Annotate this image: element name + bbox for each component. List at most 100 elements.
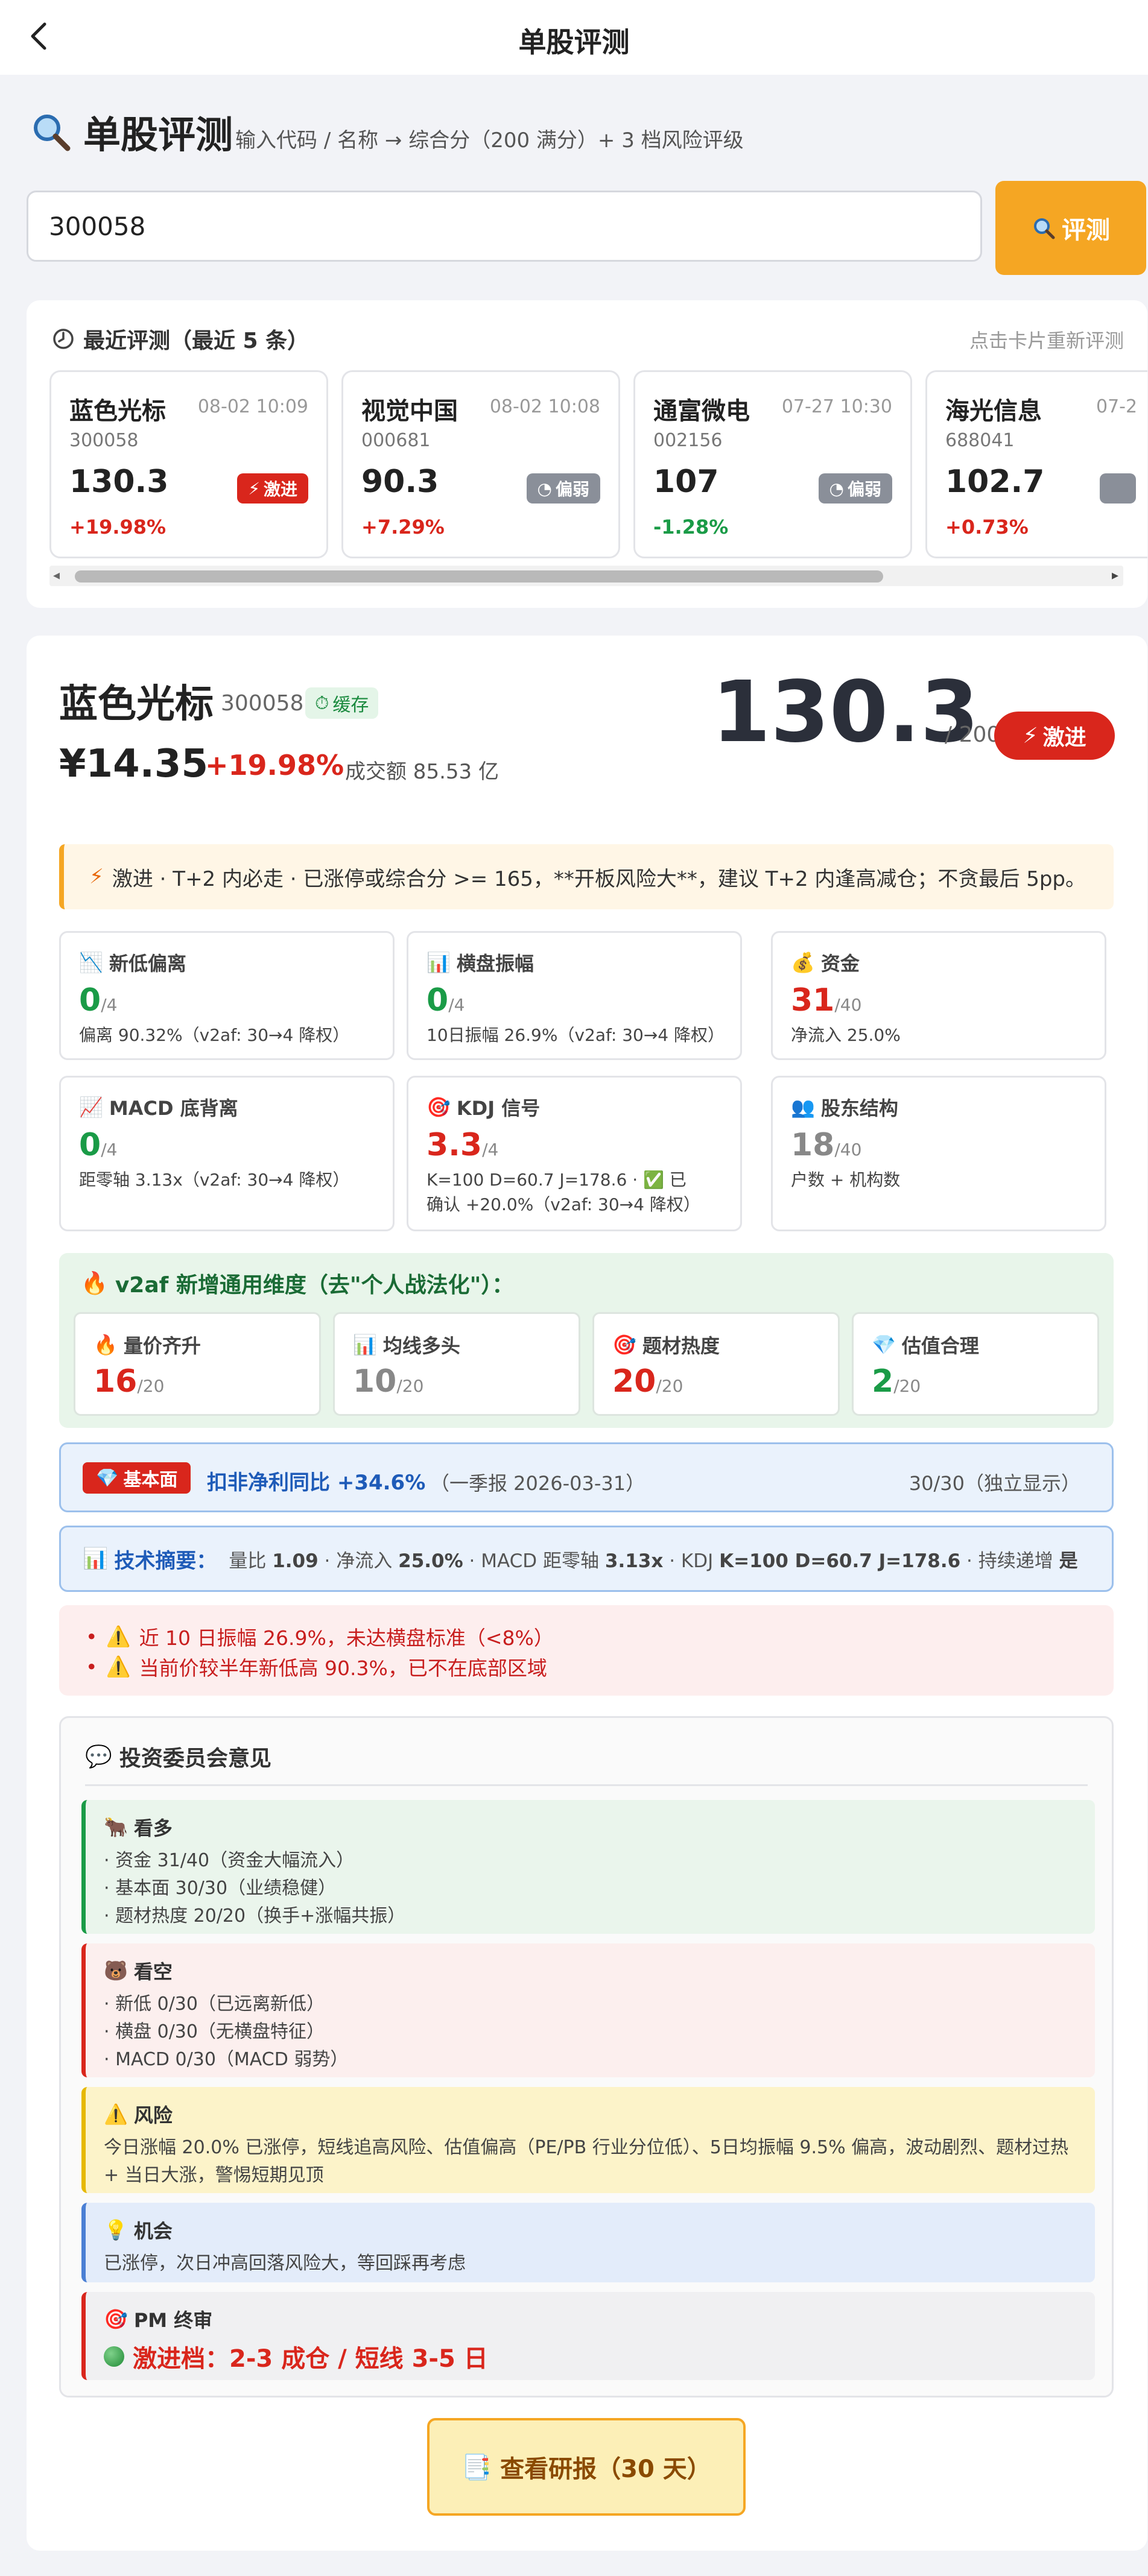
price-change: +19.98% [205,749,344,781]
bar-chart-icon: 📊 [427,951,451,974]
metric-title-text: KDJ 信号 [456,1097,541,1120]
recent-stock-code: 688041 [945,430,1015,451]
horizontal-scrollbar[interactable]: ◂ ▸ [49,566,1123,586]
metric-max: /40 [834,995,862,1015]
v2af-score: 16 [94,1363,138,1400]
v2af-card-title-text: 均线多头 [382,1334,460,1357]
recent-score: 107 [653,464,719,500]
metric-title-text: 股东结构 [820,1097,898,1120]
risk-text: 今日涨幅 20.0% 已涨停，短线追高风险、估值偏高（PE/PB 行业分位低）、… [104,2137,1069,2186]
v2af-title-text: v2af 新增通用维度（去"个人战法化"）： [115,1273,514,1298]
committee-panel: 💬 投资委员会意见 🐂 看多 · 资金 31/40（资金大幅流入） · 基本面 3… [59,1716,1114,2398]
lightbulb-icon: 💡 [104,2218,128,2241]
tech-value: 25.0% [398,1550,463,1572]
scrollbar-thumb[interactable] [75,570,883,582]
recent-time: 08-02 10:09 [197,396,308,417]
v2af-max: /20 [137,1376,165,1396]
bullet: • [86,1655,98,1679]
top-nav-bar: 单股评测 [0,0,1148,75]
bear-line: · 新低 0/30（已远离新低） [104,1994,325,2015]
speech-bubble-icon: 💬 [85,1744,112,1769]
metric-card: 💰 资金 31/40 净流入 25.0% [771,931,1106,1060]
bull-title: 🐂 看多 [104,1813,1095,1841]
tech-summary: 📊 技术摘要： 量比 1.09 · 净流入 25.0% · MACD 距零轴 3… [59,1526,1114,1592]
metric-max: /4 [448,995,465,1015]
bear-line-text: 新低 0/30（已远离新低） [115,1994,325,2015]
bull-line: · 资金 31/40（资金大幅流入） [104,1850,355,1871]
metric-score: 18 [791,1127,835,1163]
warning-text: 当前价较半年新低高 90.3%，已不在底部区域 [139,1656,547,1680]
rating-badge: ⚡ 激进 [237,473,308,504]
bear-line-text: MACD 0/30（MACD 弱势） [115,2049,349,2070]
metric-value: 0/4 [427,982,465,1018]
v2af-panel: 🔥 v2af 新增通用维度（去"个人战法化"）： 🔥 量价齐升 16/20 📊 均线… [59,1253,1114,1428]
metric-title-text: 资金 [820,952,860,975]
rating-badge: ⚡ 激进 [994,712,1115,760]
recent-time: 08-02 10:08 [489,396,600,417]
tech-summary-title-text: 技术摘要： [114,1548,217,1573]
metric-score: 0 [79,982,101,1018]
rating-badge: ◔ 偏弱 [818,473,892,504]
tech-value: K=100 D=60.7 J=178.6 [719,1550,961,1572]
stock-price: ¥14.35 [59,742,208,786]
rating-badge-label: 偏弱 [847,479,881,499]
v2af-card: 💎 估值合理 2/20 [852,1312,1099,1416]
cache-badge-label: 缓存 [332,695,369,716]
fundamental-score: 30/30（独立显示） [909,1472,1080,1495]
scroll-right-icon[interactable]: ▸ [1112,568,1118,583]
scroll-left-icon[interactable]: ◂ [53,568,60,583]
evaluate-button[interactable]: 评测 [995,181,1146,275]
lightning-icon: ⚡ [248,478,260,499]
metric-desc: 10日振幅 26.9%（v2af: 30→4 降权） [427,1025,725,1045]
v2af-score: 2 [872,1363,894,1400]
recent-score: 102.7 [945,464,1045,500]
recent-score: 130.3 [69,464,169,500]
metric-title: 📈 MACD 底背离 [79,1093,238,1121]
recent-stock-code: 000681 [361,430,431,451]
bull-line: · 题材热度 20/20（换手+涨幅共振） [104,1905,406,1927]
evaluate-button-label: 评测 [1062,216,1110,244]
v2af-score: 20 [612,1363,656,1400]
bull-line-text: 题材热度 20/20（换手+涨幅共振） [115,1905,406,1927]
metric-value: 18/40 [791,1127,861,1163]
tech-summary-title: 📊 技术摘要： [83,1544,217,1574]
v2af-card-title-text: 量价齐升 [123,1334,201,1357]
bear-title: 🐻 看空 [104,1957,1095,1984]
recent-card[interactable]: 蓝色光标 08-02 10:09 300058 130.3 +19.98% ⚡ … [49,370,328,558]
pm-title: 🎯 PM 终审 [104,2305,1095,2333]
recent-card[interactable]: 视觉中国 08-02 10:08 000681 90.3 +7.29% ◔ 偏弱 [341,370,620,558]
risk-title-text: 风险 [133,2104,173,2127]
snail-icon: ◔ [537,478,552,499]
metric-desc: 距零轴 3.13x（v2af: 30→4 降权） [79,1170,350,1190]
recent-card[interactable]: 通富微电 07-27 10:30 002156 107 -1.28% ◔ 偏弱 [633,370,912,558]
recent-title-text: 最近评测（最近 5 条） [83,329,309,353]
opportunity-section: 💡 机会 已涨停，次日冲高回落风险大，等回踩再考虑 [81,2203,1095,2282]
metric-max: /4 [101,995,118,1015]
metric-title: 👥 股东结构 [791,1093,898,1121]
recent-change: +7.29% [361,516,445,538]
rating-badge-label: 激进 [263,479,297,499]
recent-card[interactable]: 海光信息 07-2 688041 102.7 +0.73% [925,370,1147,558]
v2af-max: /20 [656,1376,683,1396]
metric-title: 📉 新低偏离 [79,949,186,976]
document-icon: 📑 [461,2453,492,2481]
pm-title-text: PM 终审 [133,2309,213,2332]
v2af-card-title-text: 估值合理 [901,1334,979,1357]
metric-value: 3.3/4 [427,1127,498,1163]
recent-stock-name: 视觉中国 [361,397,458,425]
metric-card: 📊 横盘振幅 0/4 10日振幅 26.9%（v2af: 30→4 降权） [407,931,742,1060]
view-report-button[interactable]: 📑 查看研报（30 天） [427,2418,746,2516]
metric-title-text: MACD 底背离 [109,1097,238,1120]
stock-search-input[interactable]: 300058 [27,191,982,262]
turnover: 成交额 85.53 亿 [345,760,499,784]
recent-stock-name: 蓝色光标 [69,397,166,425]
pm-verdict-text: 激进档：2-3 成仓 / 短线 3-5 日 [133,2345,488,2373]
metric-score: 3.3 [427,1127,483,1163]
lightning-icon: ⚡ [1023,723,1038,748]
v2af-card: 📊 均线多头 10/20 [333,1312,580,1416]
cache-badge: ⏱ 缓存 [305,687,379,719]
bull-title-text: 看多 [133,1817,173,1840]
fundamental-bar: 💎 基本面 扣非净利同比 +34.6% （一季报 2026-03-31） 30/… [59,1442,1114,1512]
tech-summary-body: 量比 1.09 · 净流入 25.0% · MACD 距零轴 3.13x · K… [229,1550,1078,1572]
tech-label: 持续递增 [978,1550,1053,1572]
